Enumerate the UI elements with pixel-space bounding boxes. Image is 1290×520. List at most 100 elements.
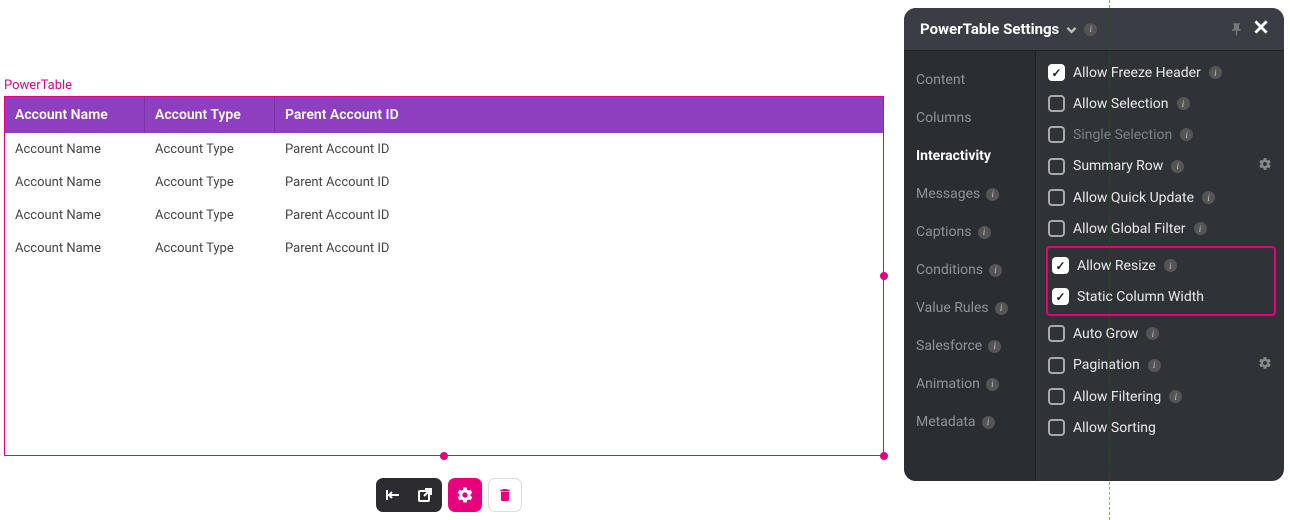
settings-panel: PowerTable Settings i Content Columns Inte…	[904, 8, 1284, 481]
tab-label: Interactivity	[916, 148, 991, 164]
checkbox[interactable]	[1048, 95, 1065, 112]
panel-title: PowerTable Settings	[920, 20, 1059, 38]
checkbox[interactable]	[1048, 325, 1065, 342]
table-cell: Account Name	[5, 241, 145, 256]
info-icon[interactable]: i	[1177, 97, 1190, 110]
info-icon[interactable]: i	[1171, 160, 1184, 173]
gear-icon[interactable]	[1258, 157, 1272, 175]
checkbox[interactable]	[1048, 189, 1065, 206]
option-allow-resize[interactable]: ✓Allow Resizei	[1050, 250, 1272, 281]
tab-content[interactable]: Content	[904, 61, 1035, 99]
table-row[interactable]: Account NameAccount TypeParent Account I…	[5, 166, 883, 199]
checkbox[interactable]	[1048, 419, 1065, 436]
option-auto-grow[interactable]: Auto Growi	[1046, 318, 1276, 349]
tab-messages[interactable]: Messages i	[904, 175, 1035, 213]
info-icon[interactable]: i	[978, 226, 991, 239]
align-left-icon[interactable]	[382, 484, 404, 506]
option-label: Static Column Width	[1077, 289, 1204, 305]
info-icon[interactable]: i	[1169, 390, 1182, 403]
checkbox[interactable]	[1048, 357, 1065, 374]
info-icon[interactable]: i	[982, 416, 995, 429]
info-icon[interactable]: i	[989, 264, 1002, 277]
component-toolbar	[376, 478, 522, 512]
table-row[interactable]: Account NameAccount TypeParent Account I…	[5, 232, 883, 265]
tab-conditions[interactable]: Conditionsi	[904, 251, 1035, 289]
info-icon[interactable]: i	[995, 302, 1008, 315]
component-label: PowerTable	[4, 78, 72, 93]
tab-value-rules[interactable]: Value Rulesi	[904, 289, 1035, 327]
checkbox[interactable]: ✓	[1052, 257, 1069, 274]
toolbar-group	[376, 478, 442, 512]
checkbox[interactable]	[1048, 158, 1065, 175]
option-label: Pagination	[1073, 357, 1140, 373]
checkbox[interactable]: ✓	[1052, 288, 1069, 305]
table-cell: Parent Account ID	[275, 142, 883, 157]
tab-metadata[interactable]: Metadata i	[904, 403, 1035, 441]
panel-header: PowerTable Settings i	[904, 8, 1284, 51]
table-cell: Parent Account ID	[275, 241, 883, 256]
tab-animation[interactable]: Animation i	[904, 365, 1035, 403]
option-single-selection: Single Selectioni	[1046, 119, 1276, 150]
option-pagination[interactable]: Pagination i	[1046, 349, 1276, 381]
info-icon[interactable]: i	[1202, 191, 1215, 204]
option-static-column-width[interactable]: ✓ Static Column Width	[1050, 281, 1272, 312]
checkbox[interactable]: ✓	[1048, 64, 1065, 81]
info-icon[interactable]: i	[1146, 327, 1159, 340]
tab-captions[interactable]: Captions i	[904, 213, 1035, 251]
gear-icon[interactable]	[1258, 356, 1272, 374]
info-icon[interactable]: i	[1209, 66, 1222, 79]
tab-label: Metadata	[916, 414, 976, 430]
option-summary-row[interactable]: Summary Row i	[1046, 150, 1276, 182]
info-icon[interactable]: i	[988, 340, 1001, 353]
resize-handle-right[interactable]	[880, 272, 888, 280]
option-label: Allow Freeze Header	[1073, 65, 1201, 81]
resize-handle-bottom[interactable]	[440, 452, 448, 460]
info-icon[interactable]: i	[1180, 128, 1193, 141]
tab-label: Content	[916, 72, 965, 88]
info-icon[interactable]: i	[1148, 359, 1161, 372]
option-label: Allow Selection	[1073, 96, 1169, 112]
info-icon[interactable]: i	[1164, 259, 1177, 272]
tab-label: Columns	[916, 110, 971, 126]
chevron-down-icon[interactable]	[1065, 23, 1078, 36]
tab-label: Captions	[916, 224, 972, 240]
settings-button[interactable]	[448, 478, 482, 512]
option-allow-quick-update[interactable]: Allow Quick Update i	[1046, 182, 1276, 213]
option-allow-filtering[interactable]: Allow Filteringi	[1046, 381, 1276, 412]
open-external-icon[interactable]	[414, 484, 436, 506]
delete-button[interactable]	[488, 478, 522, 512]
info-icon[interactable]: i	[986, 378, 999, 391]
table-cell: Account Type	[145, 175, 275, 190]
tab-label: Animation	[916, 376, 980, 392]
pin-icon[interactable]	[1229, 22, 1244, 37]
tab-label: Messages	[916, 186, 980, 202]
info-icon[interactable]: i	[986, 188, 999, 201]
column-header[interactable]: Parent Account ID	[275, 97, 883, 133]
checkbox	[1048, 126, 1065, 143]
column-header[interactable]: Account Name	[5, 97, 145, 133]
option-allow-selection[interactable]: Allow Selection i	[1046, 88, 1276, 119]
option-allow-sorting[interactable]: Allow Sorting	[1046, 412, 1276, 443]
tab-columns[interactable]: Columns	[904, 99, 1035, 137]
column-header[interactable]: Account Type	[145, 97, 275, 133]
checkbox[interactable]	[1048, 220, 1065, 237]
option-label: Allow Sorting	[1073, 420, 1156, 436]
table-cell: Account Type	[145, 241, 275, 256]
close-icon[interactable]	[1250, 16, 1272, 42]
option-allow-freeze-header[interactable]: ✓ Allow Freeze Header i	[1046, 57, 1276, 88]
highlight-box: ✓Allow Resizei✓Static Column Width	[1046, 246, 1276, 316]
info-icon[interactable]: i	[1084, 23, 1097, 36]
table-cell: Account Type	[145, 208, 275, 223]
table-row[interactable]: Account NameAccount TypeParent Account I…	[5, 199, 883, 232]
option-label: Summary Row	[1073, 158, 1163, 174]
checkbox[interactable]	[1048, 388, 1065, 405]
tab-salesforce[interactable]: Salesforcei	[904, 327, 1035, 365]
table-cell: Account Type	[145, 142, 275, 157]
table-row[interactable]: Account NameAccount TypeParent Account I…	[5, 133, 883, 166]
powertable[interactable]: Account Name Account Type Parent Account…	[4, 96, 884, 456]
info-icon[interactable]: i	[1194, 222, 1207, 235]
option-allow-global-filter[interactable]: Allow Global Filteri	[1046, 213, 1276, 244]
option-label: Allow Quick Update	[1073, 190, 1194, 206]
tab-interactivity[interactable]: Interactivity	[904, 137, 1035, 175]
resize-handle-corner[interactable]	[880, 452, 888, 460]
